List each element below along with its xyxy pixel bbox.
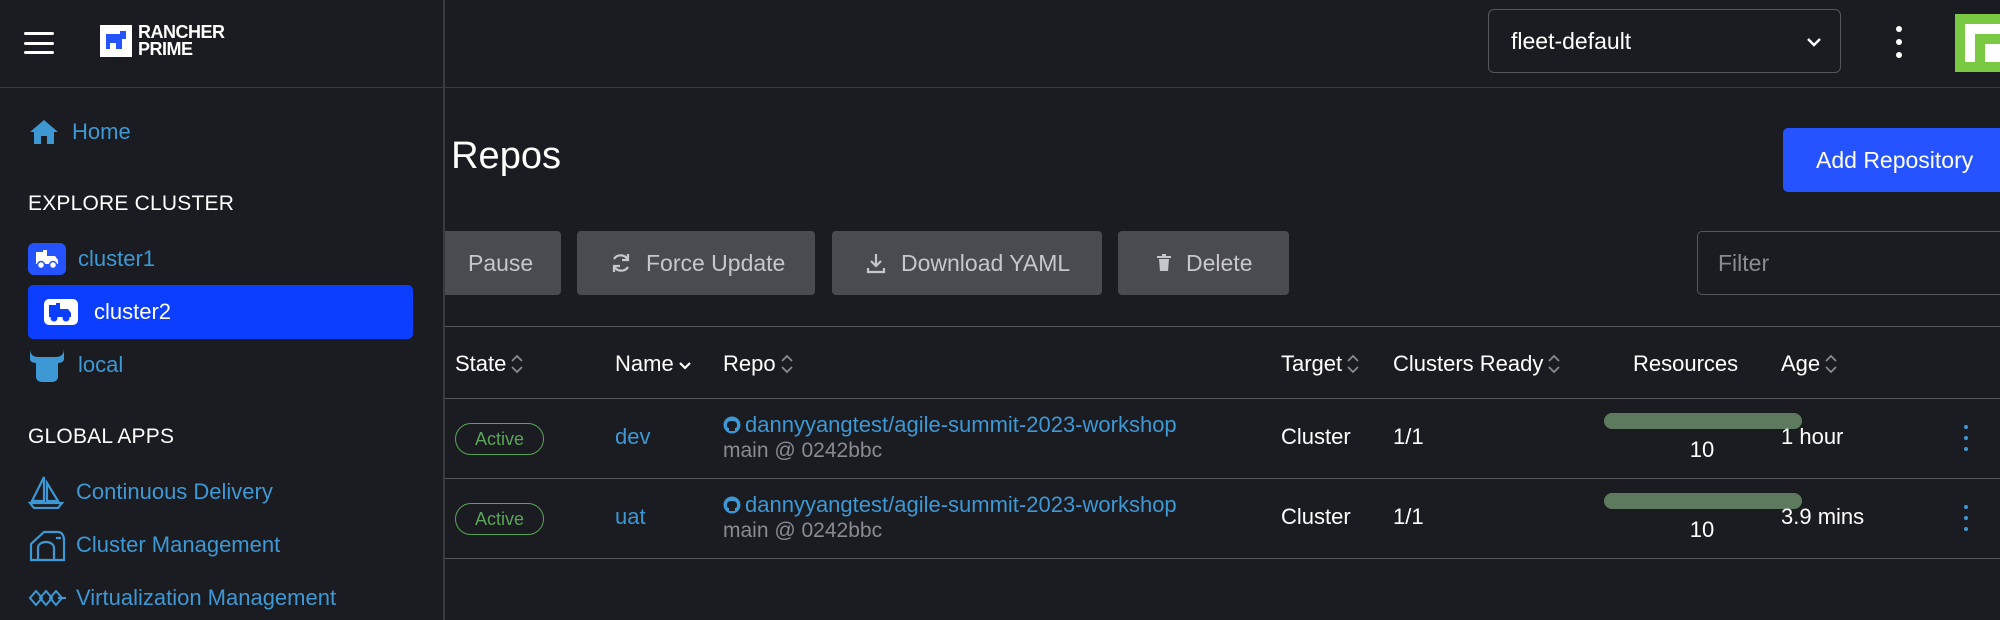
delete-button-label: Delete	[1186, 249, 1253, 276]
cluster-icon	[44, 299, 78, 325]
column-header-name[interactable]: Name	[615, 351, 692, 377]
repo-url-link[interactable]: dannyyangtest/agile-summit-2023-workshop	[745, 492, 1177, 518]
sort-icon	[1547, 353, 1561, 375]
nav-item-cluster-management[interactable]: Cluster Management	[28, 518, 413, 572]
add-repository-button[interactable]: Add Repository	[1783, 128, 2000, 192]
trash-icon	[1156, 254, 1172, 272]
resources-count: 10	[1689, 517, 1715, 542]
avatar[interactable]	[1955, 14, 2000, 72]
table-row: Active dev dannyyangtest/agile-summit-20…	[445, 399, 2000, 479]
nav-item-cluster1[interactable]: cluster1	[28, 232, 413, 286]
repo-cell: dannyyangtest/agile-summit-2023-workshop…	[723, 492, 1177, 543]
resources-progress-bar	[1604, 493, 1802, 509]
pause-button-label: Pause	[468, 249, 534, 276]
sailboat-icon	[28, 475, 72, 509]
resources-count: 10	[1689, 437, 1715, 462]
nav-item-label: Continuous Delivery	[76, 479, 273, 504]
nav-item-local[interactable]: local	[28, 338, 413, 392]
status-badge: Active	[455, 423, 544, 455]
table-row: Active uat dannyyangtest/agile-summit-20…	[445, 479, 2000, 559]
age-cell: 1 hour	[1781, 424, 1844, 449]
force-update-button[interactable]: Force Update	[577, 231, 815, 295]
repo-branch: main @ 0242bbc	[723, 519, 883, 542]
virtualization-icon	[28, 588, 72, 608]
age-cell: 3.9 mins	[1781, 504, 1865, 529]
nav-item-label: Virtualization Management	[76, 585, 337, 610]
namespace-select-value: fleet-default	[1511, 27, 1632, 54]
local-cluster-icon	[28, 347, 72, 383]
chevron-down-icon	[1807, 38, 1821, 47]
clusters-ready-cell: 1/1	[1393, 424, 1424, 449]
resources-progress-bar	[1604, 413, 1802, 429]
filter-input[interactable]	[1697, 231, 2000, 295]
force-update-button-label: Force Update	[646, 249, 786, 276]
side-navigation: RANCHER PRIME Home EXPLORE CLUSTER clust…	[0, 0, 445, 620]
nav-item-virtualization-management[interactable]: Virtualization Management	[28, 571, 413, 620]
rancher-prime-logo[interactable]: RANCHER PRIME	[100, 23, 225, 59]
explore-cluster-heading: EXPLORE CLUSTER	[28, 192, 235, 215]
download-yaml-button[interactable]: Download YAML	[832, 231, 1102, 295]
side-nav-header: RANCHER PRIME	[0, 0, 443, 88]
nav-item-continuous-delivery[interactable]: Continuous Delivery	[28, 465, 413, 519]
sort-icon	[510, 353, 524, 375]
nav-item-label: local	[78, 352, 124, 377]
sort-descending-icon	[678, 353, 692, 375]
global-apps-heading: GLOBAL APPS	[28, 425, 175, 448]
nav-item-cluster2[interactable]: cluster2	[28, 285, 413, 339]
column-header-state[interactable]: State	[455, 351, 524, 377]
clusters-ready-cell: 1/1	[1393, 504, 1424, 529]
download-icon	[865, 252, 887, 274]
nav-item-label: cluster2	[94, 299, 172, 324]
sort-icon	[780, 353, 794, 375]
sort-icon	[1346, 353, 1360, 375]
target-cell: Cluster	[1281, 504, 1351, 529]
repo-name-link[interactable]: uat	[615, 504, 646, 530]
github-icon	[723, 416, 741, 434]
rancher-logo-icon	[100, 25, 132, 57]
cluster-management-icon	[28, 528, 72, 562]
logo-text-line2: PRIME	[138, 39, 193, 59]
row-actions-icon[interactable]	[1961, 505, 1971, 531]
refresh-icon	[610, 252, 632, 274]
repo-branch: main @ 0242bbc	[723, 439, 883, 462]
status-badge: Active	[455, 503, 544, 535]
repo-name-link[interactable]: dev	[615, 424, 650, 450]
cluster-icon	[28, 243, 66, 275]
column-header-age[interactable]: Age	[1781, 351, 1838, 377]
home-icon	[28, 118, 72, 146]
nav-item-label: Cluster Management	[76, 532, 281, 557]
repo-url-link[interactable]: dannyyangtest/agile-summit-2023-workshop	[745, 412, 1177, 438]
target-cell: Cluster	[1281, 424, 1351, 449]
nav-item-label: cluster1	[78, 246, 156, 271]
row-actions-icon[interactable]	[1961, 425, 1971, 451]
table-header: State Name Repo Target Clusters Ready Re…	[445, 326, 2000, 399]
github-icon	[723, 496, 741, 514]
column-header-clusters-ready[interactable]: Clusters Ready	[1393, 351, 1561, 377]
more-options-icon[interactable]	[1884, 26, 1914, 58]
column-header-repo[interactable]: Repo	[723, 351, 794, 377]
page-title: : Repos	[430, 135, 561, 177]
namespace-select[interactable]: fleet-default	[1488, 9, 1841, 73]
nav-item-home[interactable]: Home	[28, 105, 413, 159]
sort-icon	[1824, 353, 1838, 375]
column-header-resources: Resources	[1633, 351, 1739, 376]
menu-icon[interactable]	[24, 32, 54, 54]
download-yaml-button-label: Download YAML	[901, 249, 1071, 276]
repo-cell: dannyyangtest/agile-summit-2023-workshop…	[723, 412, 1177, 463]
delete-button[interactable]: Delete	[1118, 231, 1289, 295]
nav-item-label: Home	[72, 119, 131, 144]
column-header-target[interactable]: Target	[1281, 351, 1360, 377]
